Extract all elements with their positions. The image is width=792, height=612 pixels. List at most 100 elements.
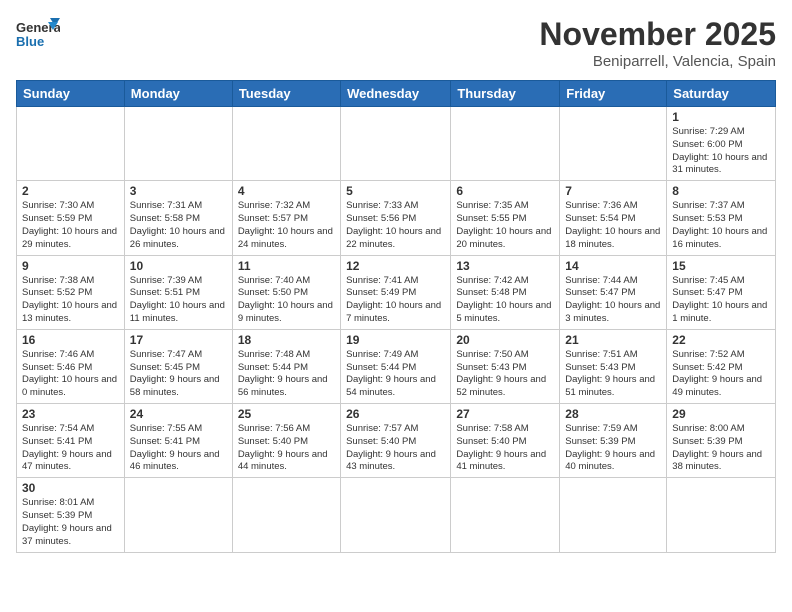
day-info: Sunrise: 7:35 AM Sunset: 5:55 PM Dayligh… — [456, 200, 554, 251]
day-number: 24 — [130, 407, 227, 421]
day-cell-0-5 — [560, 107, 667, 181]
day-info: Sunrise: 7:59 AM Sunset: 5:39 PM Dayligh… — [565, 423, 661, 474]
day-cell-3-1: 17 Sunrise: 7:47 AM Sunset: 5:45 PM Dayli… — [124, 329, 232, 403]
day-info: Sunrise: 7:51 AM Sunset: 5:43 PM Dayligh… — [565, 349, 661, 400]
location: Beniparrell, Valencia, Spain — [539, 53, 776, 70]
week-row-2: 2 Sunrise: 7:30 AM Sunset: 5:59 PM Daylig… — [17, 181, 776, 255]
day-number: 30 — [22, 481, 119, 495]
day-cell-5-0: 30 Sunrise: 8:01 AM Sunset: 5:39 PM Dayli… — [17, 478, 125, 552]
day-cell-2-2: 11 Sunrise: 7:40 AM Sunset: 5:50 PM Dayli… — [232, 255, 340, 329]
logo: General Blue — [16, 16, 60, 56]
day-cell-5-3 — [341, 478, 451, 552]
day-info: Sunrise: 7:38 AM Sunset: 5:52 PM Dayligh… — [22, 275, 119, 326]
day-cell-2-5: 14Sunrise: 7:44 AM Sunset: 5:47 PM Dayli… — [560, 255, 667, 329]
day-cell-3-4: 20Sunrise: 7:50 AM Sunset: 5:43 PM Dayli… — [451, 329, 560, 403]
day-info: Sunrise: 7:39 AM Sunset: 5:51 PM Dayligh… — [130, 275, 227, 326]
day-cell-3-6: 22Sunrise: 7:52 AM Sunset: 5:42 PM Dayli… — [667, 329, 776, 403]
day-number: 2 — [22, 184, 119, 198]
header: General Blue November 2025 Beniparrell, … — [16, 16, 776, 70]
day-number: 26 — [346, 407, 445, 421]
calendar-table: SundayMondayTuesdayWednesdayThursdayFrid… — [16, 80, 776, 553]
day-cell-4-4: 27Sunrise: 7:58 AM Sunset: 5:40 PM Dayli… — [451, 404, 560, 478]
day-number: 5 — [346, 184, 445, 198]
day-number: 23 — [22, 407, 119, 421]
day-info: Sunrise: 7:29 AM Sunset: 6:00 PM Dayligh… — [672, 126, 770, 177]
day-number: 12 — [346, 259, 445, 273]
title-block: November 2025 Beniparrell, Valencia, Spa… — [539, 16, 776, 70]
day-cell-2-6: 15Sunrise: 7:45 AM Sunset: 5:47 PM Dayli… — [667, 255, 776, 329]
day-number: 13 — [456, 259, 554, 273]
day-info: Sunrise: 7:42 AM Sunset: 5:48 PM Dayligh… — [456, 275, 554, 326]
day-info: Sunrise: 7:57 AM Sunset: 5:40 PM Dayligh… — [346, 423, 445, 474]
day-cell-2-1: 10Sunrise: 7:39 AM Sunset: 5:51 PM Dayli… — [124, 255, 232, 329]
day-info: Sunrise: 7:37 AM Sunset: 5:53 PM Dayligh… — [672, 200, 770, 251]
day-info: Sunrise: 8:01 AM Sunset: 5:39 PM Dayligh… — [22, 497, 119, 548]
page: General Blue November 2025 Beniparrell, … — [0, 0, 792, 612]
week-row-4: 16 Sunrise: 7:46 AM Sunset: 5:46 PM Dayli… — [17, 329, 776, 403]
day-number: 19 — [346, 333, 445, 347]
day-cell-0-4 — [451, 107, 560, 181]
day-number: 8 — [672, 184, 770, 198]
day-number: 15 — [672, 259, 770, 273]
day-cell-0-2 — [232, 107, 340, 181]
day-cell-0-0 — [17, 107, 125, 181]
day-info: Sunrise: 7:41 AM Sunset: 5:49 PM Dayligh… — [346, 275, 445, 326]
day-cell-5-6 — [667, 478, 776, 552]
week-row-1: 1Sunrise: 7:29 AM Sunset: 6:00 PM Daylig… — [17, 107, 776, 181]
day-info: Sunrise: 7:31 AM Sunset: 5:58 PM Dayligh… — [130, 200, 227, 251]
day-cell-5-1 — [124, 478, 232, 552]
month-title: November 2025 — [539, 16, 776, 53]
day-cell-1-2: 4 Sunrise: 7:32 AM Sunset: 5:57 PM Daylig… — [232, 181, 340, 255]
day-cell-3-0: 16 Sunrise: 7:46 AM Sunset: 5:46 PM Dayli… — [17, 329, 125, 403]
day-cell-4-1: 24Sunrise: 7:55 AM Sunset: 5:41 PM Dayli… — [124, 404, 232, 478]
day-number: 25 — [238, 407, 335, 421]
day-cell-4-0: 23Sunrise: 7:54 AM Sunset: 5:41 PM Dayli… — [17, 404, 125, 478]
day-number: 21 — [565, 333, 661, 347]
day-cell-0-6: 1Sunrise: 7:29 AM Sunset: 6:00 PM Daylig… — [667, 107, 776, 181]
day-info: Sunrise: 7:40 AM Sunset: 5:50 PM Dayligh… — [238, 275, 335, 326]
day-cell-4-3: 26 Sunrise: 7:57 AM Sunset: 5:40 PM Dayli… — [341, 404, 451, 478]
day-cell-3-2: 18Sunrise: 7:48 AM Sunset: 5:44 PM Dayli… — [232, 329, 340, 403]
day-cell-4-2: 25 Sunrise: 7:56 AM Sunset: 5:40 PM Dayli… — [232, 404, 340, 478]
day-cell-3-3: 19 Sunrise: 7:49 AM Sunset: 5:44 PM Dayli… — [341, 329, 451, 403]
day-cell-2-0: 9Sunrise: 7:38 AM Sunset: 5:52 PM Daylig… — [17, 255, 125, 329]
day-cell-2-3: 12 Sunrise: 7:41 AM Sunset: 5:49 PM Dayli… — [341, 255, 451, 329]
day-number: 16 — [22, 333, 119, 347]
day-number: 14 — [565, 259, 661, 273]
day-info: Sunrise: 7:48 AM Sunset: 5:44 PM Dayligh… — [238, 349, 335, 400]
logo-svg: General Blue — [16, 16, 60, 56]
day-cell-5-2 — [232, 478, 340, 552]
day-number: 22 — [672, 333, 770, 347]
header-saturday: Saturday — [667, 81, 776, 107]
day-cell-4-5: 28 Sunrise: 7:59 AM Sunset: 5:39 PM Dayli… — [560, 404, 667, 478]
day-info: Sunrise: 7:47 AM Sunset: 5:45 PM Dayligh… — [130, 349, 227, 400]
day-info: Sunrise: 7:46 AM Sunset: 5:46 PM Dayligh… — [22, 349, 119, 400]
day-info: Sunrise: 7:56 AM Sunset: 5:40 PM Dayligh… — [238, 423, 335, 474]
day-cell-0-3 — [341, 107, 451, 181]
header-tuesday: Tuesday — [232, 81, 340, 107]
day-number: 11 — [238, 259, 335, 273]
day-info: Sunrise: 7:36 AM Sunset: 5:54 PM Dayligh… — [565, 200, 661, 251]
day-number: 7 — [565, 184, 661, 198]
day-number: 17 — [130, 333, 227, 347]
day-info: Sunrise: 8:00 AM Sunset: 5:39 PM Dayligh… — [672, 423, 770, 474]
day-cell-4-6: 29Sunrise: 8:00 AM Sunset: 5:39 PM Dayli… — [667, 404, 776, 478]
day-cell-1-6: 8 Sunrise: 7:37 AM Sunset: 5:53 PM Daylig… — [667, 181, 776, 255]
day-info: Sunrise: 7:33 AM Sunset: 5:56 PM Dayligh… — [346, 200, 445, 251]
day-cell-3-5: 21 Sunrise: 7:51 AM Sunset: 5:43 PM Dayli… — [560, 329, 667, 403]
day-number: 27 — [456, 407, 554, 421]
day-cell-1-4: 6 Sunrise: 7:35 AM Sunset: 5:55 PM Daylig… — [451, 181, 560, 255]
day-cell-5-5 — [560, 478, 667, 552]
day-number: 20 — [456, 333, 554, 347]
day-cell-1-5: 7 Sunrise: 7:36 AM Sunset: 5:54 PM Daylig… — [560, 181, 667, 255]
day-info: Sunrise: 7:30 AM Sunset: 5:59 PM Dayligh… — [22, 200, 119, 251]
day-info: Sunrise: 7:32 AM Sunset: 5:57 PM Dayligh… — [238, 200, 335, 251]
header-monday: Monday — [124, 81, 232, 107]
day-info: Sunrise: 7:49 AM Sunset: 5:44 PM Dayligh… — [346, 349, 445, 400]
day-cell-1-0: 2 Sunrise: 7:30 AM Sunset: 5:59 PM Daylig… — [17, 181, 125, 255]
day-cell-2-4: 13 Sunrise: 7:42 AM Sunset: 5:48 PM Dayli… — [451, 255, 560, 329]
day-number: 4 — [238, 184, 335, 198]
day-number: 6 — [456, 184, 554, 198]
day-number: 28 — [565, 407, 661, 421]
header-friday: Friday — [560, 81, 667, 107]
